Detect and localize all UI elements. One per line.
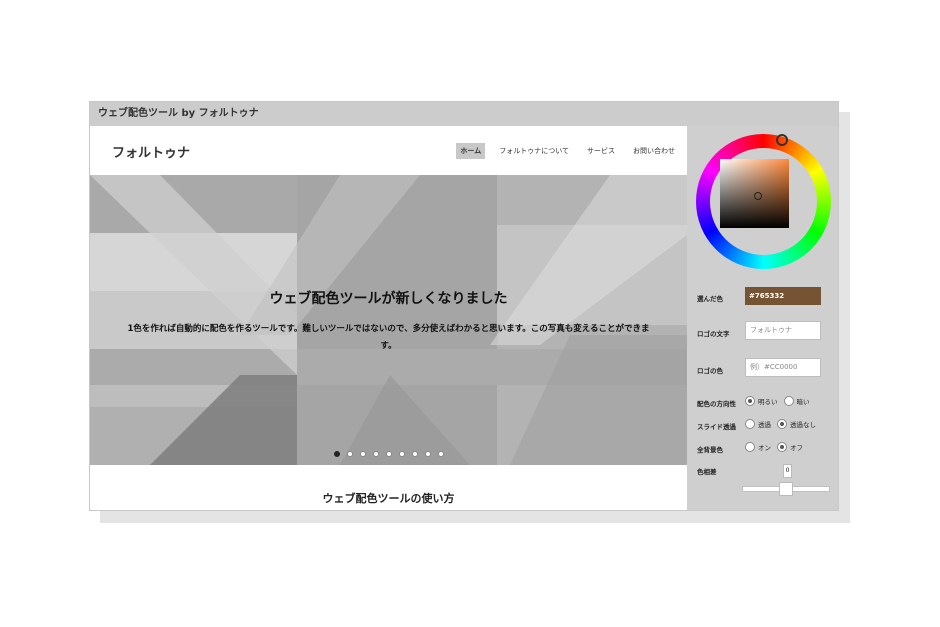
direction-bright-label: 明るい bbox=[758, 398, 778, 406]
hero-background-image bbox=[90, 175, 687, 465]
slide-dot-4[interactable] bbox=[372, 451, 379, 457]
color-picker-handle[interactable] bbox=[754, 192, 762, 200]
window-titlebar: ウェブ配色ツール by フォルトゥナ bbox=[90, 102, 838, 126]
transparency-on-radio[interactable] bbox=[745, 419, 755, 429]
hero-slider: ウェブ配色ツールが新しくなりました 1色を作れば自動的に配色を作るツールです。難… bbox=[90, 175, 687, 465]
logo-text-label: ロゴの文字 bbox=[697, 330, 730, 338]
full-bg-options: オン オフ bbox=[745, 442, 809, 452]
hue-diff-slider-thumb[interactable] bbox=[779, 482, 793, 496]
site-header: フォルトゥナ ホーム フォルトゥナについて サービス お問い合わせ bbox=[90, 126, 687, 175]
nav-home[interactable]: ホーム bbox=[456, 143, 486, 159]
transparency-on-label: 透過 bbox=[758, 421, 771, 429]
nav-contact[interactable]: お問い合わせ bbox=[629, 143, 679, 159]
nav-about[interactable]: フォルトゥナについて bbox=[495, 143, 573, 159]
slide-dot-3[interactable] bbox=[359, 451, 366, 457]
logo-text-input[interactable]: フォルトゥナ bbox=[745, 321, 821, 340]
slide-transparency-options: 透過 透過なし bbox=[745, 419, 822, 429]
slide-indicators bbox=[90, 451, 687, 457]
hue-diff-label: 色相差 bbox=[697, 468, 717, 476]
full-bg-on-label: オン bbox=[758, 444, 771, 452]
slide-dot-5[interactable] bbox=[385, 451, 392, 457]
direction-label: 配色の方向性 bbox=[697, 400, 736, 408]
logo-color-input[interactable]: 例）#CC0000 bbox=[745, 358, 821, 377]
hue-handle[interactable] bbox=[776, 134, 788, 146]
site-logo[interactable]: フォルトゥナ bbox=[112, 142, 190, 161]
direction-dark-radio[interactable] bbox=[783, 396, 794, 406]
hue-diff-value: 0 bbox=[783, 464, 792, 478]
slide-dot-1[interactable] bbox=[333, 451, 340, 457]
slide-dot-6[interactable] bbox=[398, 451, 405, 457]
app-window: ウェブ配色ツール by フォルトゥナ フォルトゥナ ホーム フォルトゥナについて… bbox=[89, 101, 839, 511]
logo-color-label: ロゴの色 bbox=[697, 367, 723, 375]
full-bg-off-label: オフ bbox=[790, 444, 803, 452]
transparency-off-radio[interactable] bbox=[777, 419, 787, 429]
full-bg-on-radio[interactable] bbox=[745, 442, 755, 452]
slide-dot-9[interactable] bbox=[437, 451, 444, 457]
site-nav: ホーム フォルトゥナについて サービス お問い合わせ bbox=[456, 143, 679, 159]
settings-panel: 選んだ色 #765332 ロゴの文字 フォルトゥナ ロゴの色 例）#CC0000… bbox=[687, 126, 838, 510]
slide-dot-2[interactable] bbox=[346, 451, 353, 457]
direction-dark-label: 暗い bbox=[796, 398, 810, 406]
direction-options: 明るい 暗い bbox=[745, 396, 816, 406]
selected-color-swatch[interactable]: #765332 bbox=[745, 287, 821, 305]
slide-dot-7[interactable] bbox=[411, 451, 418, 457]
full-bg-label: 全背景色 bbox=[697, 446, 723, 454]
slide-dot-8[interactable] bbox=[424, 451, 431, 457]
full-bg-off-radio[interactable] bbox=[777, 442, 787, 452]
nav-services[interactable]: サービス bbox=[583, 143, 619, 159]
selected-color-label: 選んだ色 bbox=[697, 295, 723, 303]
slide-transparency-label: スライド透過 bbox=[697, 423, 736, 431]
transparency-off-label: 透過なし bbox=[790, 421, 816, 429]
section-title: ウェブ配色ツールの使い方 bbox=[322, 492, 455, 505]
hero-description: 1色を作れば自動的に配色を作るツールです。難しいツールではないので、多分使えばわ… bbox=[127, 324, 650, 351]
website-preview: フォルトゥナ ホーム フォルトゥナについて サービス お問い合わせ ウェブ配色ツ… bbox=[90, 126, 687, 510]
hero-title: ウェブ配色ツールが新しくなりました bbox=[269, 291, 508, 307]
direction-bright-radio[interactable] bbox=[745, 396, 755, 406]
